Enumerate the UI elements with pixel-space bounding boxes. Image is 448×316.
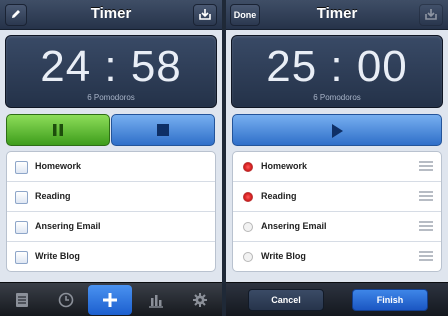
finish-button[interactable]: Finish [352,289,428,311]
task-label: Reading [35,191,71,201]
tab-stats[interactable] [134,283,178,316]
reorder-handle-icon[interactable] [419,161,433,172]
share-icon [199,9,211,20]
task-select-radio[interactable] [243,252,253,262]
timer-screen-running: Timer 24 : 58 6 Pomodoros Homework Readi… [0,0,222,316]
list-item[interactable]: Homework [233,152,441,182]
tab-list[interactable] [0,283,44,316]
list-item[interactable]: Reading [7,182,215,212]
list-item[interactable]: Reading [233,182,441,212]
clock-icon [58,292,74,308]
task-list: Homework Reading Ansering Email Write Bl… [6,151,216,272]
timer-display: 25 : 00 6 Pomodoros [231,35,443,108]
pause-icon [53,124,63,136]
tab-bar [0,282,222,316]
start-button[interactable] [232,114,442,146]
task-label: Ansering Email [35,221,101,231]
reorder-handle-icon[interactable] [419,251,433,262]
share-icon [425,9,437,20]
task-checkbox[interactable] [15,161,28,174]
task-label: Ansering Email [261,221,327,231]
action-bar: Cancel Finish [226,282,448,316]
task-label: Write Blog [35,251,80,261]
play-icon [332,124,343,138]
timer-display: 24 : 58 6 Pomodoros [5,35,217,108]
list-icon [16,293,28,307]
plus-icon [103,293,117,307]
list-item[interactable]: Write Blog [233,242,441,271]
gear-icon [193,293,207,307]
task-checkbox[interactable] [15,221,28,234]
task-list: Homework Reading Ansering Email Write Bl… [232,151,442,272]
tab-timer[interactable] [44,283,88,316]
reorder-handle-icon[interactable] [419,191,433,202]
stop-icon [157,124,169,136]
tab-settings[interactable] [178,283,222,316]
list-item[interactable]: Ansering Email [7,212,215,242]
task-select-radio[interactable] [243,222,253,232]
page-title: Timer [316,5,358,22]
share-button[interactable] [193,4,217,26]
reorder-handle-icon[interactable] [419,221,433,232]
tab-add[interactable] [88,285,132,315]
task-label: Reading [261,191,297,201]
timer-digits: 25 : 00 [266,42,408,91]
timer-digits: 24 : 58 [40,42,182,91]
nav-bar: Done Timer [226,0,448,30]
page-title: Timer [90,5,132,22]
pomodoro-count: 6 Pomodoros [313,93,361,102]
list-item[interactable]: Homework [7,152,215,182]
task-label: Homework [35,161,82,171]
task-select-radio[interactable] [243,162,253,172]
pomodoro-count: 6 Pomodoros [87,93,135,102]
cancel-button[interactable]: Cancel [248,289,324,311]
task-checkbox[interactable] [15,251,28,264]
stop-button[interactable] [111,114,215,146]
task-checkbox[interactable] [15,191,28,204]
list-item[interactable]: Ansering Email [233,212,441,242]
task-label: Homework [261,161,308,171]
task-select-radio[interactable] [243,192,253,202]
list-item[interactable]: Write Blog [7,242,215,271]
pause-button[interactable] [6,114,110,146]
share-button[interactable] [419,4,443,26]
task-label: Write Blog [261,251,306,261]
nav-bar: Timer [0,0,222,30]
bar-chart-icon [149,295,163,308]
timer-screen-ready: Done Timer 25 : 00 6 Pomodoros Homework … [226,0,448,316]
